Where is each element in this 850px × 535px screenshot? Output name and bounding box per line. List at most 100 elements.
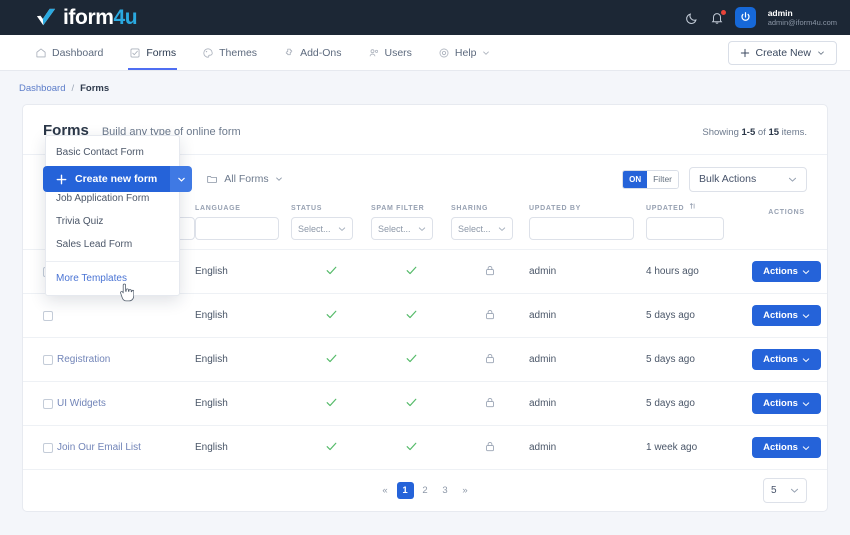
template-item-basic-contact-form[interactable]: Basic Contact Form: [46, 141, 179, 164]
notifications-bell[interactable]: [710, 11, 724, 25]
nav-item-dashboard[interactable]: Dashboard: [22, 35, 116, 70]
column-header-language[interactable]: LANGUAGE: [195, 202, 291, 217]
chevron-down-icon: [482, 49, 490, 57]
filter-sharing-select[interactable]: Select...: [451, 217, 513, 240]
form-name-link[interactable]: Registration: [57, 354, 110, 365]
row-name-cell: Join Our Email List: [57, 426, 195, 470]
avatar[interactable]: [735, 7, 756, 28]
filter-toggle[interactable]: ON Filter: [622, 170, 679, 189]
filter-cell-updated-by: [529, 217, 646, 250]
checklist-icon: [129, 47, 141, 59]
chevron-down-icon: [802, 444, 810, 452]
row-sharing-cell: [451, 294, 529, 338]
all-forms-label: All Forms: [224, 173, 268, 185]
row-updated-by-cell: admin: [529, 294, 646, 338]
more-templates-link[interactable]: More Templates: [46, 267, 179, 290]
nav-item-themes[interactable]: Themes: [189, 35, 270, 70]
row-language-cell: English: [195, 294, 291, 338]
filter-cell-actions: [746, 217, 827, 250]
row-checkbox-cell: [23, 338, 57, 382]
column-header-updated-label: UPDATED: [646, 205, 684, 212]
actions-button[interactable]: Actions: [752, 261, 821, 282]
actions-button[interactable]: Actions: [752, 349, 821, 370]
filter-status-select[interactable]: Select...: [291, 217, 353, 240]
pagination-page-3[interactable]: 3: [437, 482, 454, 499]
column-header-status[interactable]: STATUS: [291, 202, 371, 217]
lifebuoy-icon: [438, 47, 450, 59]
pagination-last[interactable]: »: [457, 482, 474, 499]
chevron-down-icon: [790, 486, 799, 495]
all-forms-folder-selector[interactable]: All Forms: [206, 173, 282, 185]
row-checkbox[interactable]: [43, 355, 53, 365]
palette-icon: [202, 47, 214, 59]
row-language-cell: English: [195, 382, 291, 426]
create-new-form-dropdown-toggle[interactable]: [170, 166, 192, 192]
filter-updated-input[interactable]: [646, 217, 724, 240]
filter-updated-by-input[interactable]: [529, 217, 634, 240]
chevron-down-icon: [802, 268, 810, 276]
pagination-pages: « 1 2 3 »: [377, 482, 474, 499]
breadcrumb-dashboard[interactable]: Dashboard: [19, 83, 65, 94]
check-icon: [326, 266, 337, 275]
row-checkbox[interactable]: [43, 399, 53, 409]
brand-logo[interactable]: iform4u: [35, 7, 137, 28]
moon-icon[interactable]: [685, 11, 699, 25]
column-header-updated-by[interactable]: UPDATED BY: [529, 202, 646, 217]
user-info[interactable]: admin admin@iform4u.com: [768, 8, 837, 27]
chevron-down-icon: [802, 356, 810, 364]
table-row: English admin 5 days ago Act: [23, 294, 827, 338]
row-checkbox[interactable]: [43, 443, 53, 453]
actions-button[interactable]: Actions: [752, 393, 821, 414]
breadcrumb: Dashboard / Forms: [0, 71, 850, 104]
row-sharing-cell: [451, 338, 529, 382]
row-updated-by-cell: admin: [529, 382, 646, 426]
row-name-cell: [57, 294, 195, 338]
nav-label-users: Users: [385, 47, 412, 59]
chevron-down-icon: [817, 49, 825, 57]
column-header-spam-filter[interactable]: SPAM FILTER: [371, 202, 451, 217]
actions-button[interactable]: Actions: [752, 437, 821, 458]
row-updated-cell: 5 days ago: [646, 338, 746, 382]
puzzle-icon: [283, 47, 295, 59]
pagination-first[interactable]: «: [377, 482, 394, 499]
user-name: admin: [768, 8, 837, 18]
row-checkbox-cell: [23, 294, 57, 338]
bulk-actions-select[interactable]: Bulk Actions: [689, 167, 807, 192]
filter-spam-select[interactable]: Select...: [371, 217, 433, 240]
lock-icon: [485, 441, 495, 452]
row-checkbox-cell: [23, 426, 57, 470]
per-page-select[interactable]: 5: [763, 478, 807, 503]
row-checkbox[interactable]: [43, 311, 53, 321]
form-name-link[interactable]: Join Our Email List: [57, 442, 141, 453]
chevron-down-icon: [788, 175, 797, 184]
brand-name-accent: 4u: [114, 6, 138, 29]
nav-item-help[interactable]: Help: [425, 35, 503, 70]
template-item-trivia-quiz[interactable]: Trivia Quiz: [46, 210, 179, 233]
column-header-updated[interactable]: UPDATED: [646, 202, 746, 217]
create-new-button[interactable]: Create New: [728, 41, 837, 65]
lock-icon: [485, 309, 495, 320]
actions-button[interactable]: Actions: [752, 305, 821, 326]
users-icon: [368, 47, 380, 59]
row-status-cell: [291, 426, 371, 470]
breadcrumb-separator: /: [71, 83, 74, 94]
check-icon: [326, 398, 337, 407]
filter-cell-sharing: Select...: [451, 217, 529, 250]
nav-item-users[interactable]: Users: [355, 35, 425, 70]
filter-language-input[interactable]: [195, 217, 279, 240]
lock-icon: [485, 397, 495, 408]
row-updated-cell: 1 week ago: [646, 426, 746, 470]
user-email: admin@iform4u.com: [768, 18, 837, 27]
nav-item-forms[interactable]: Forms: [116, 35, 189, 70]
pagination-page-2[interactable]: 2: [417, 482, 434, 499]
toolbar-left: Create new form All Forms: [43, 166, 283, 192]
nav-item-addons[interactable]: Add-Ons: [270, 35, 354, 70]
create-new-form-button[interactable]: Create new form: [43, 166, 170, 192]
column-header-sharing[interactable]: SHARING: [451, 202, 529, 217]
row-updated-by-cell: admin: [529, 338, 646, 382]
row-updated-cell: 5 days ago: [646, 294, 746, 338]
template-item-sales-lead-form[interactable]: Sales Lead Form: [46, 233, 179, 256]
row-actions-cell: Actions: [746, 338, 827, 382]
pagination-page-1[interactable]: 1: [397, 482, 414, 499]
form-name-link[interactable]: UI Widgets: [57, 398, 106, 409]
